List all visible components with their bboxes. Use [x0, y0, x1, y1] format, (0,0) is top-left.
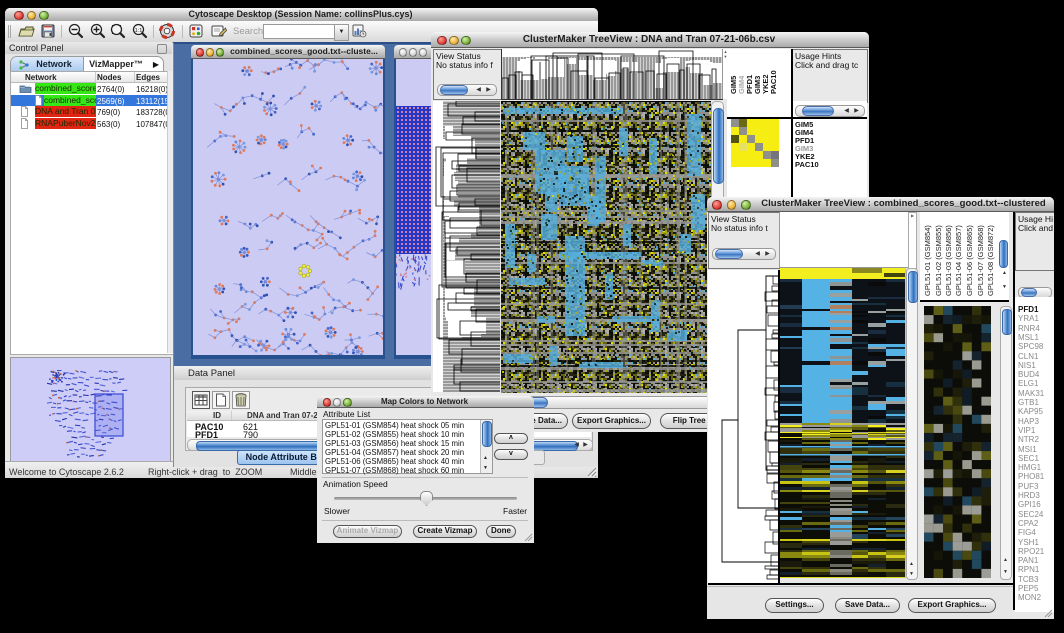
svg-text:1:1: 1:1 — [135, 28, 143, 34]
